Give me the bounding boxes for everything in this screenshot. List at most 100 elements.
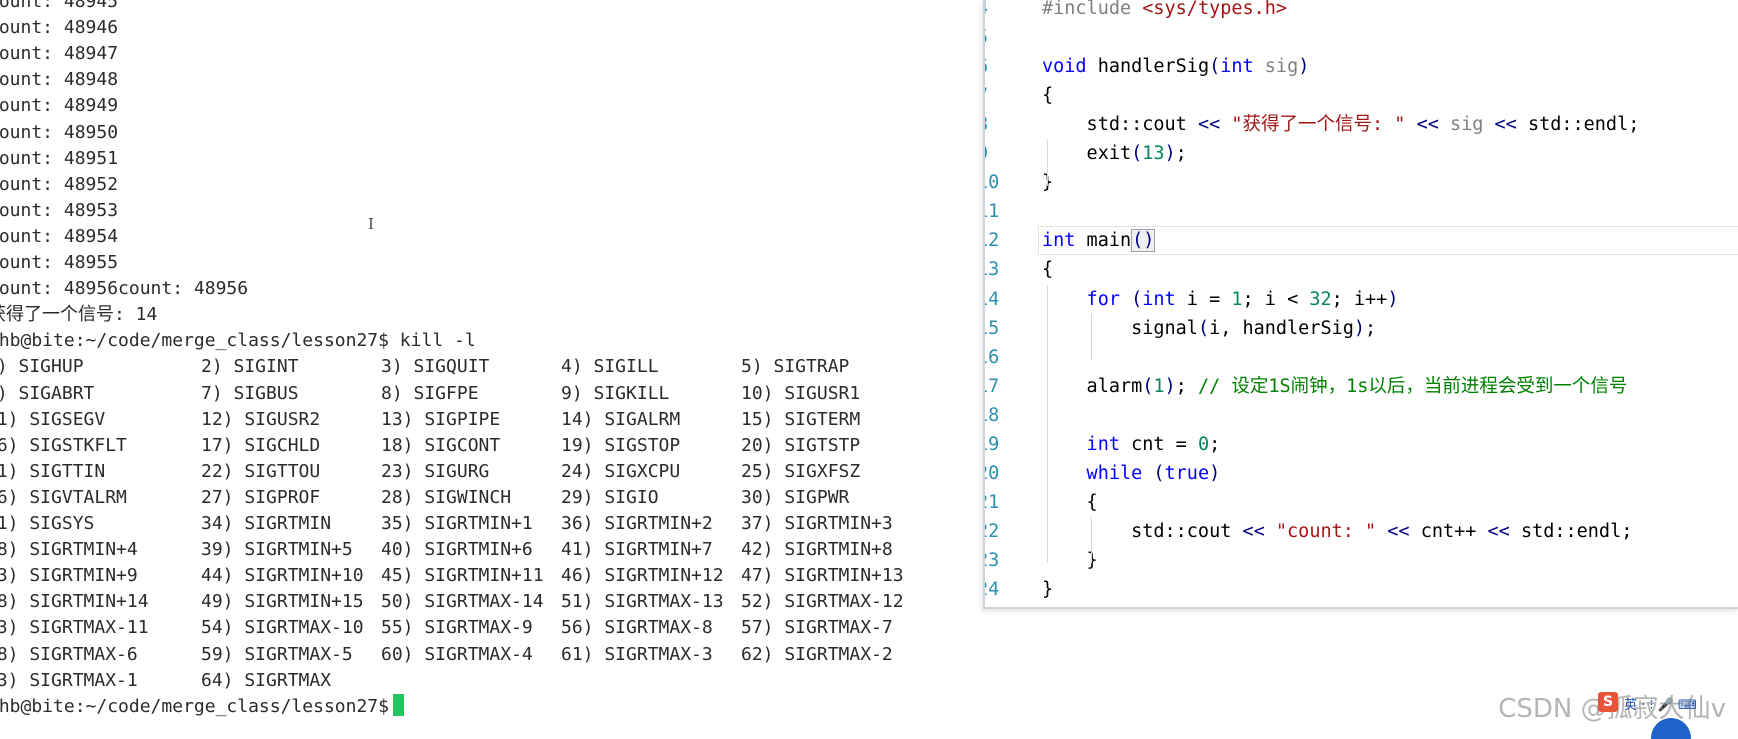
terminal-window[interactable]: count: 48945 count: 48946 count: 48947 coun…: [0, 0, 980, 739]
code-line[interactable]: 16: [985, 343, 1738, 372]
code-token: ;: [1209, 433, 1221, 455]
signal-entry: 52) SIGRTMAX-12: [741, 591, 904, 613]
code-line[interactable]: 6 void handlerSig(int sig): [985, 52, 1738, 81]
code-line[interactable]: 15 signal(i, handlerSig);: [985, 314, 1738, 343]
code-token: (: [1131, 288, 1143, 310]
code-line[interactable]: 8 std::cout << "获得了一个信号: " << sig << std…: [985, 110, 1738, 139]
code-token: <<: [1387, 520, 1410, 542]
signal-entry: 11) SIGSEGV: [0, 408, 106, 430]
signal-entry: 24) SIGXCPU: [561, 460, 681, 482]
count-output-line: count: 48955: [0, 252, 119, 273]
line-number: 16: [985, 346, 1000, 368]
code-token: sig: [1438, 114, 1495, 136]
code-token: main: [1075, 230, 1132, 252]
code-text: {: [1042, 488, 1098, 517]
line-number: 7: [985, 81, 1017, 110]
signal-entry: 63) SIGRTMAX-1: [0, 669, 138, 691]
signal-entry: 34) SIGRTMIN: [201, 513, 332, 534]
code-line[interactable]: 24}: [985, 575, 1738, 604]
line-number: 18: [985, 404, 1000, 426]
indent-guide: [1047, 284, 1048, 564]
line-number: 14: [985, 288, 1000, 310]
code-token: <<: [1416, 114, 1439, 136]
code-token: "获得了一个信号: ": [1220, 114, 1417, 136]
code-line[interactable]: 4 #include <sys/types.h>: [985, 0, 1738, 23]
signal-entry: 10) SIGUSR1: [741, 382, 861, 404]
signal-entry: 7) SIGBUS: [201, 382, 299, 404]
signal-entry: 5) SIGTRAP: [741, 356, 850, 378]
signal-entry: 16) SIGSTKFLT: [0, 434, 127, 456]
signal-entry: 44) SIGRTMIN+10: [201, 565, 364, 587]
terminal-cursor[interactable]: [392, 693, 404, 716]
code-token: 1: [1231, 288, 1243, 310]
code-token: for: [1042, 288, 1120, 310]
line-number: 22: [985, 520, 1000, 542]
code-token: {: [1042, 259, 1054, 281]
code-text: int cnt = 0;: [1042, 430, 1221, 459]
code-text: exit(13);: [1042, 139, 1187, 168]
code-line[interactable]: 7{: [985, 81, 1738, 110]
code-token: "count: ": [1264, 520, 1388, 542]
code-token: ;: [1175, 375, 1198, 397]
signal-entry: 31) SIGSYS: [0, 513, 95, 534]
code-line[interactable]: 22 std::cout << "count: " << cnt++ << st…: [985, 517, 1738, 546]
text-cursor-ibeam-icon: I: [368, 215, 374, 233]
code-line[interactable]: 21 {: [985, 488, 1738, 517]
code-line[interactable]: 13 {: [985, 255, 1738, 284]
code-line[interactable]: 18: [985, 401, 1738, 430]
signal-entry: 45) SIGRTMIN+11: [381, 565, 544, 587]
code-token: std::endl;: [1509, 520, 1633, 542]
signal-entry: 15) SIGTERM: [741, 408, 861, 430]
code-line[interactable]: 23 }: [985, 546, 1738, 575]
code-line[interactable]: 20 while (true): [985, 459, 1738, 488]
ime-status-text: 英 · ⁝ 🎤 ⌨: [1624, 698, 1697, 713]
shell-command: kill -l: [388, 330, 476, 352]
code-token: // 设定1S闹钟，1s以后，当前进程会受到一个信号: [1197, 375, 1628, 397]
code-token: signal: [1042, 317, 1198, 339]
code-text: }: [1042, 575, 1053, 604]
code-token: while: [1042, 462, 1143, 484]
code-line[interactable]: 5: [985, 23, 1738, 52]
signal-entry: 14) SIGALRM: [561, 408, 681, 430]
code-line[interactable]: 12 int main(): [985, 226, 1738, 255]
code-token: (: [1131, 143, 1143, 165]
code-token: handlerSig: [1086, 56, 1210, 78]
line-number: 21: [985, 491, 1000, 513]
code-text: }: [1042, 546, 1098, 575]
code-line[interactable]: 14 for (int i = 1; i < 32; i++): [985, 285, 1738, 314]
indent-guide: [1091, 313, 1092, 361]
signal-received-message: 获得了一个信号: 14: [0, 304, 158, 326]
signal-entry: 18) SIGCONT: [381, 434, 501, 456]
code-text: #include <sys/types.h>: [1042, 0, 1287, 23]
line-number: 13: [985, 259, 1000, 281]
ime-tray[interactable]: S 英 · ⁝ 🎤 ⌨: [1598, 690, 1738, 716]
signal-entry: 41) SIGRTMIN+7: [561, 539, 713, 561]
code-line[interactable]: 9 exit(13);: [985, 139, 1738, 168]
signal-entry: 40) SIGRTMIN+6: [381, 539, 533, 561]
code-token: ): [1164, 375, 1176, 397]
signal-entry: 36) SIGRTMIN+2: [561, 513, 713, 534]
count-output-line: count: 48948: [0, 69, 119, 91]
signal-entry: 12) SIGUSR2: [201, 408, 321, 430]
code-token: std::cout: [1042, 114, 1198, 136]
code-text: void handlerSig(int sig): [1042, 52, 1309, 81]
code-token: true: [1164, 462, 1210, 484]
line-number: 4: [985, 0, 1017, 23]
shell-prompt: whb@bite:~/code/merge_class/lesson27$: [0, 695, 389, 717]
signal-entry: 59) SIGRTMAX-5: [201, 643, 353, 665]
code-editor[interactable]: 4 #include <sys/types.h> 56 void handlerSig…: [983, 0, 1738, 609]
code-line[interactable]: 17 alarm(1); // 设定1S闹钟，1s以后，当前进程会受到一个信号: [985, 372, 1738, 401]
code-line[interactable]: 10}: [985, 168, 1738, 197]
code-line[interactable]: 19 int cnt = 0;: [985, 430, 1738, 459]
code-line[interactable]: 11: [985, 197, 1738, 226]
signal-entry: 9) SIGKILL: [561, 382, 670, 404]
code-token: }: [1042, 549, 1098, 571]
line-number: 19: [985, 433, 1000, 455]
count-output-line: count: 48953: [0, 199, 119, 221]
code-token: #include: [1042, 0, 1143, 19]
count-output-line: count: 48956count: 48956: [0, 278, 249, 300]
code-token: std::cout: [1042, 520, 1243, 542]
code-token: ): [1164, 143, 1176, 165]
signal-entry: 37) SIGRTMIN+3: [741, 513, 893, 534]
